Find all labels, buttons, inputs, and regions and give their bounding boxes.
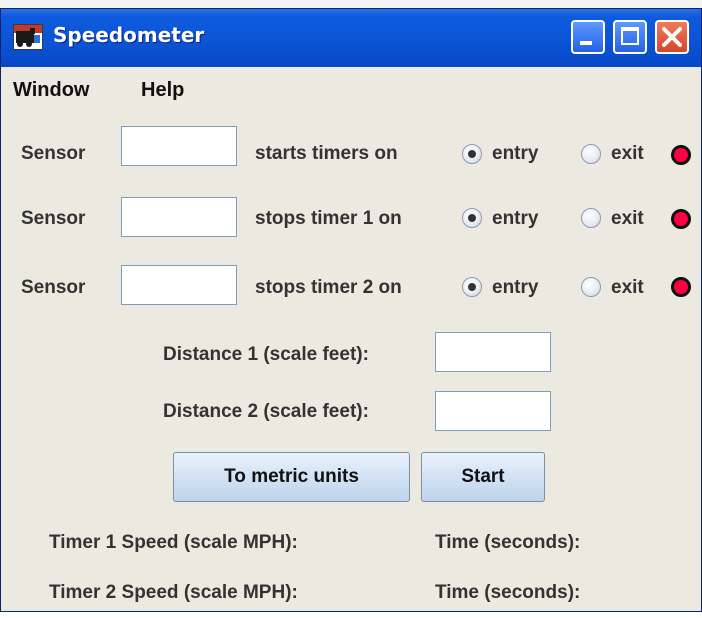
timer2-time-label: Time (seconds): [435, 582, 581, 603]
menu-window[interactable]: Window [13, 79, 89, 102]
sensor-action-label: stops timer 2 on [255, 277, 402, 298]
start-exit-radio[interactable] [581, 144, 601, 164]
sensor-label: Sensor [21, 277, 86, 298]
timer1-exit-radio[interactable] [581, 208, 601, 228]
start-button[interactable]: Start [421, 452, 545, 502]
speedometer-window: Speedometer Window Help Sensor starts ti… [0, 8, 702, 612]
distance2-label: Distance 2 (scale feet): [163, 401, 369, 422]
sensor-label: Sensor [21, 143, 86, 164]
close-button[interactable] [655, 20, 689, 54]
minimize-button[interactable] [571, 20, 605, 54]
timer1-time-label: Time (seconds): [435, 532, 581, 553]
maximize-icon [621, 27, 639, 45]
start-entry-radio[interactable] [462, 144, 482, 164]
timer1-speed-label: Timer 1 Speed (scale MPH): [49, 532, 298, 553]
sensor-indicator-icon [671, 145, 691, 165]
entry-label[interactable]: entry [492, 277, 538, 299]
sensor-indicator-icon [671, 277, 691, 297]
sensor-label: Sensor [21, 208, 86, 229]
window-title: Speedometer [53, 23, 205, 47]
menu-bar: Window Help [1, 67, 701, 113]
close-icon [662, 27, 682, 47]
sensor-indicator-icon [671, 209, 691, 229]
menu-help[interactable]: Help [141, 79, 184, 102]
exit-label[interactable]: exit [611, 208, 644, 230]
timer2-exit-radio[interactable] [581, 277, 601, 297]
to-metric-units-button[interactable]: To metric units [173, 452, 410, 502]
entry-label[interactable]: entry [492, 143, 538, 165]
distance1-label: Distance 1 (scale feet): [163, 344, 369, 365]
timer1-entry-radio[interactable] [462, 208, 482, 228]
app-icon [13, 24, 43, 50]
maximize-button[interactable] [613, 20, 647, 54]
exit-label[interactable]: exit [611, 277, 644, 299]
entry-label[interactable]: entry [492, 208, 538, 230]
distance2-input[interactable] [435, 391, 551, 431]
sensor-action-label: starts timers on [255, 143, 398, 164]
timer2-sensor-input[interactable] [121, 265, 237, 305]
sensor-action-label: stops timer 1 on [255, 208, 402, 229]
timer2-entry-radio[interactable] [462, 277, 482, 297]
distance1-input[interactable] [435, 332, 551, 372]
title-bar[interactable]: Speedometer [1, 9, 701, 67]
start-sensor-input[interactable] [121, 126, 237, 166]
minimize-icon [580, 41, 592, 45]
desktop-strip [0, 0, 702, 8]
timer2-speed-label: Timer 2 Speed (scale MPH): [49, 582, 298, 603]
timer1-sensor-input[interactable] [121, 197, 237, 237]
exit-label[interactable]: exit [611, 143, 644, 165]
